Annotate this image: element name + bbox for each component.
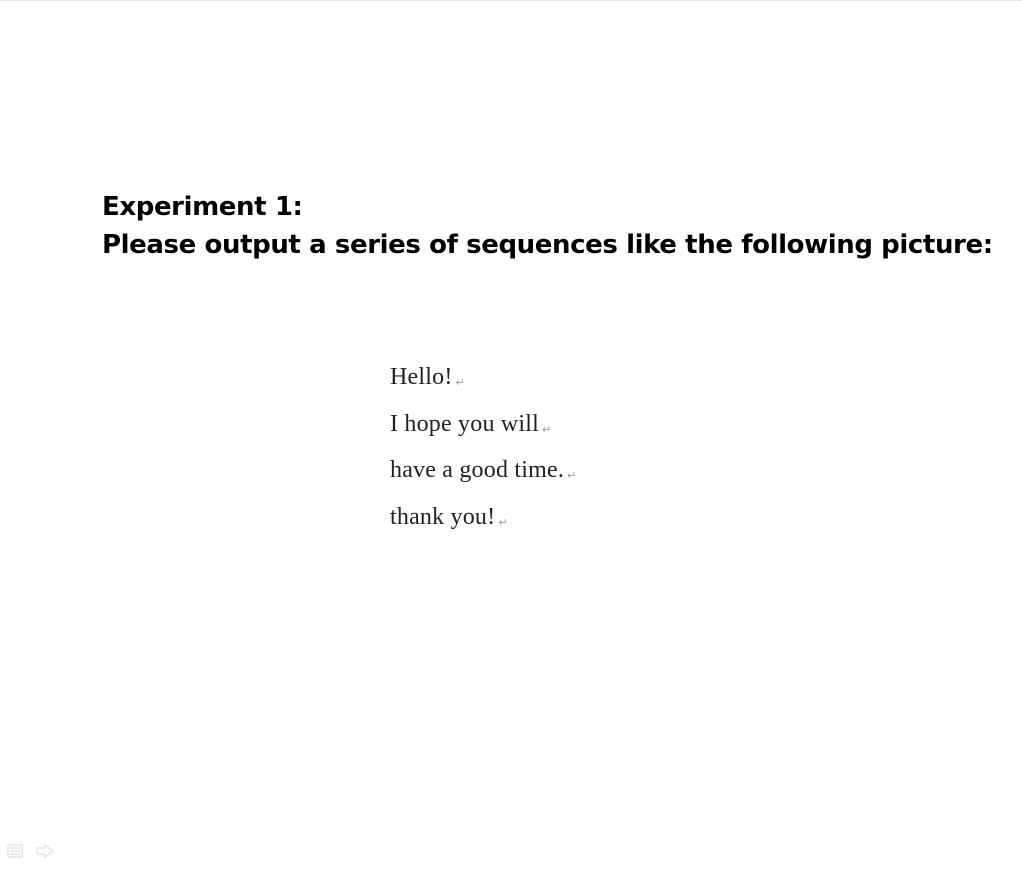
experiment-instruction: Please output a series of sequences like…	[102, 230, 993, 260]
sample-line-2: I hope you will ↵	[390, 404, 576, 451]
sample-line-text: have a good time.	[390, 457, 565, 483]
paragraph-mark-icon: ↵	[455, 376, 465, 389]
sample-line-text: Hello!	[390, 364, 453, 390]
paragraph-mark-icon: ↵	[498, 515, 508, 529]
sample-line-text: I hope you will	[390, 410, 539, 437]
sample-output-picture: Hello! ↵ I hope you will ↵ have a good tim…	[390, 357, 576, 543]
top-divider	[0, 0, 1022, 1]
sample-line-text: thank you!	[390, 503, 496, 530]
sample-line-4: thank you! ↵	[390, 497, 576, 544]
paragraph-mark-icon: ↵	[567, 469, 577, 482]
slide-heading: Experiment 1: Please output a series of …	[102, 188, 993, 264]
next-slide-arrow-icon[interactable]	[36, 842, 54, 860]
experiment-title: Experiment 1:	[102, 192, 303, 222]
sample-line-3: have a good time. ↵	[390, 450, 576, 497]
sample-line-1: Hello! ↵	[390, 357, 576, 404]
slide-menu-icon[interactable]	[6, 842, 24, 860]
slideshow-navigation	[6, 840, 54, 862]
paragraph-mark-icon: ↵	[541, 422, 552, 436]
